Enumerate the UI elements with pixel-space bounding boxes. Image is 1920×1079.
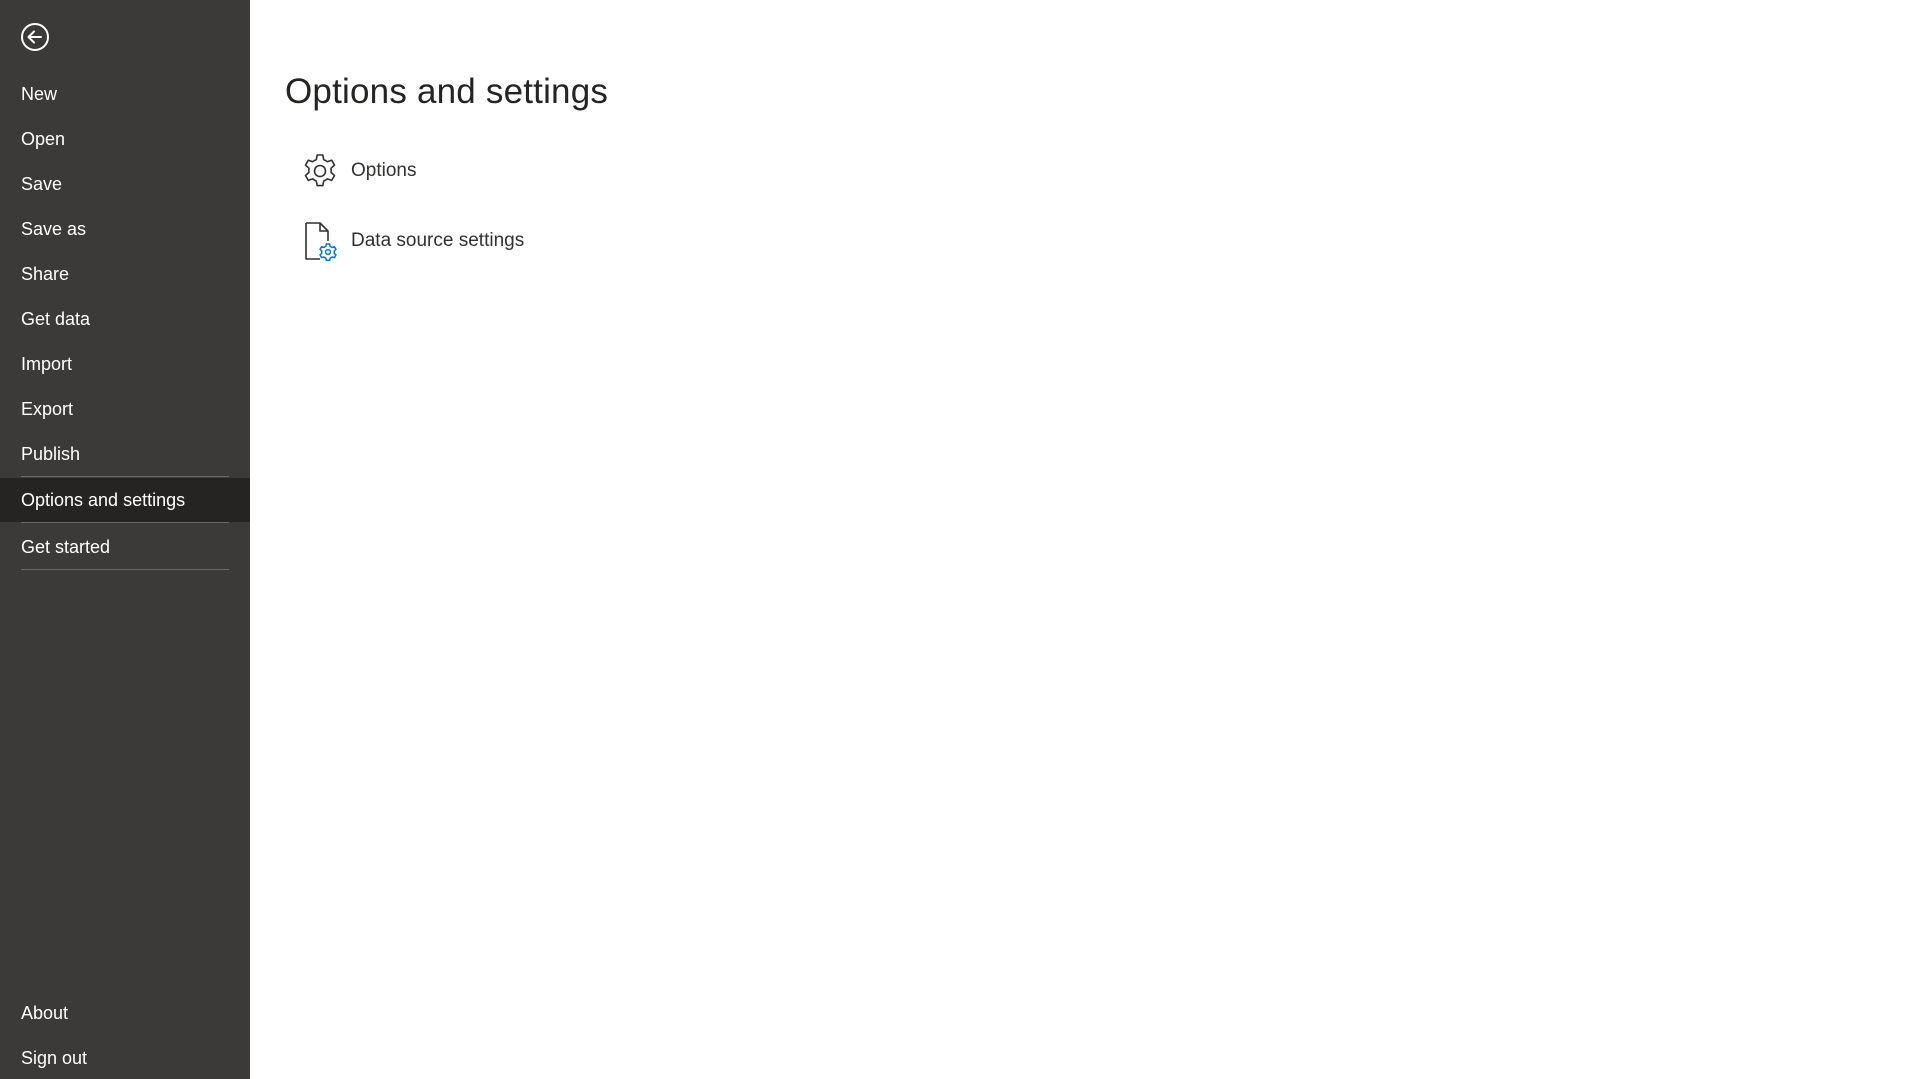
options-button[interactable]: Options	[300, 148, 416, 194]
sidebar-item-import[interactable]: Import	[0, 342, 250, 387]
sidebar-item-get-started[interactable]: Get started	[0, 525, 250, 570]
data-source-settings-icon	[300, 219, 340, 263]
data-source-settings-button[interactable]: Data source settings	[300, 218, 524, 264]
sidebar-item-options-and-settings[interactable]: Options and settings	[0, 478, 250, 522]
main-panel: Options and settings Options Data source…	[250, 0, 1920, 1079]
gear-icon	[300, 149, 340, 193]
sidebar-item-save-as[interactable]: Save as	[0, 207, 250, 252]
sidebar-divider	[21, 522, 229, 523]
sidebar-divider	[21, 569, 229, 570]
sidebar: New Open Save Save as Share Get data Imp…	[0, 0, 250, 1079]
sidebar-item-sign-out[interactable]: Sign out	[0, 1036, 250, 1079]
app-window: New Open Save Save as Share Get data Imp…	[0, 0, 1920, 1079]
sidebar-item-publish[interactable]: Publish	[0, 432, 250, 477]
sidebar-item-export[interactable]: Export	[0, 387, 250, 432]
sidebar-item-new[interactable]: New	[0, 72, 250, 117]
options-label: Options	[351, 160, 417, 181]
sidebar-divider	[21, 476, 229, 477]
back-arrow-icon	[21, 23, 49, 51]
data-source-settings-label: Data source settings	[351, 230, 525, 251]
sidebar-item-save[interactable]: Save	[0, 162, 250, 207]
page-title: Options and settings	[285, 72, 609, 111]
sidebar-item-about[interactable]: About	[0, 991, 250, 1036]
sidebar-item-open[interactable]: Open	[0, 117, 250, 162]
back-button[interactable]	[20, 22, 50, 52]
sidebar-item-get-data[interactable]: Get data	[0, 297, 250, 342]
sidebar-item-share[interactable]: Share	[0, 252, 250, 297]
